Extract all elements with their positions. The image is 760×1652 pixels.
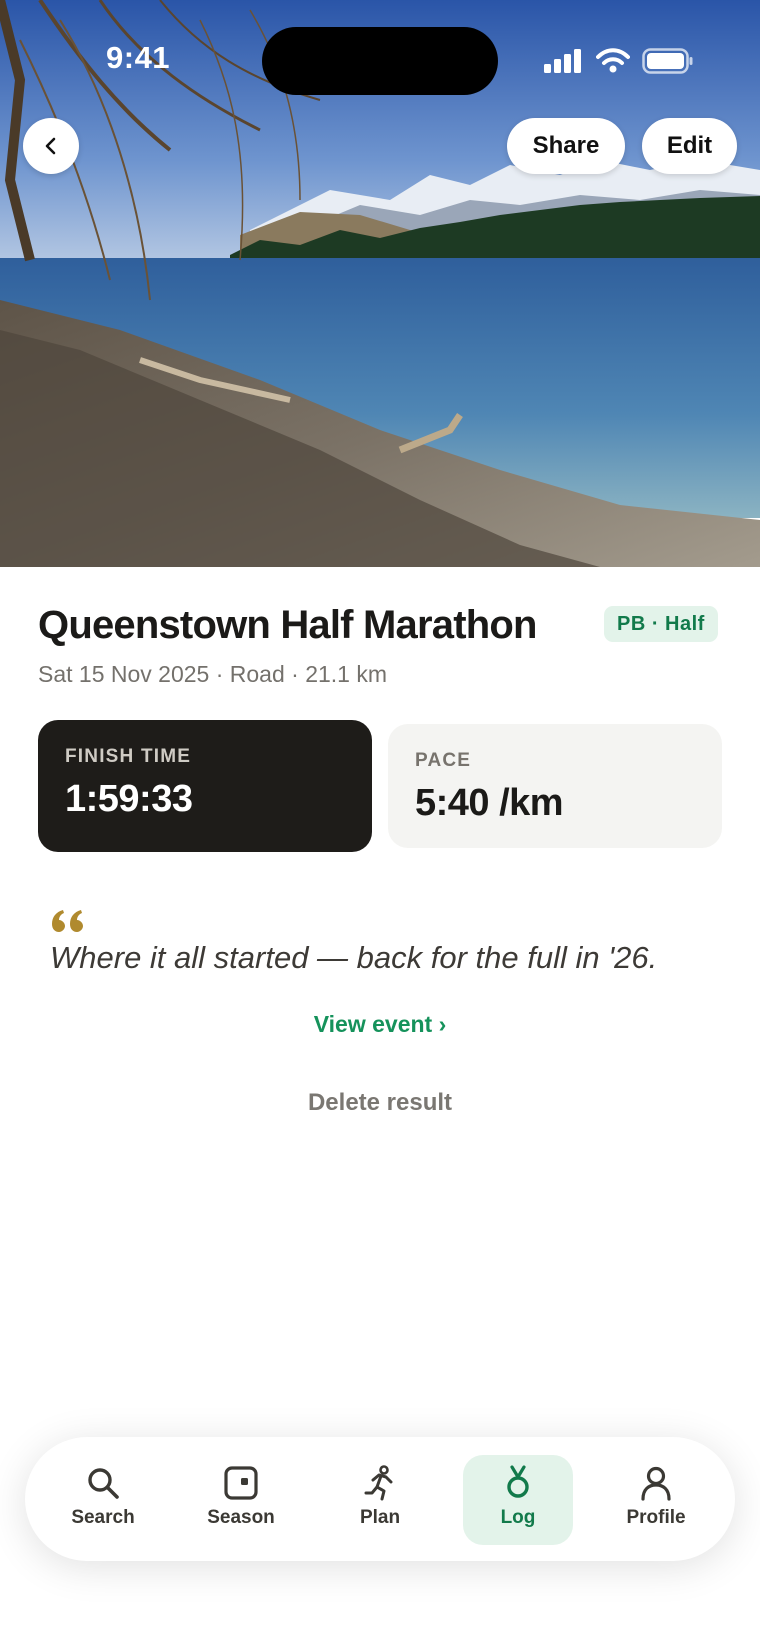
result-note: Where it all started — back for the full… bbox=[50, 940, 658, 975]
tab-bar: Search Season Plan Log Profile bbox=[25, 1437, 735, 1561]
tab-season[interactable]: Season bbox=[186, 1455, 296, 1545]
search-icon bbox=[88, 1468, 119, 1499]
medal-icon bbox=[507, 1465, 529, 1498]
tab-season-label: Season bbox=[207, 1507, 275, 1528]
back-button[interactable] bbox=[23, 118, 79, 174]
status-time: 9:41 bbox=[106, 40, 171, 75]
tab-profile[interactable]: Profile bbox=[601, 1455, 711, 1545]
wifi-icon bbox=[596, 48, 630, 73]
tab-profile-label: Profile bbox=[626, 1507, 686, 1528]
tab-search[interactable]: Search bbox=[48, 1455, 158, 1545]
tab-plan[interactable]: Plan bbox=[325, 1455, 435, 1545]
race-details: Sat 15 Nov 2025 · Road · 21.1 km bbox=[38, 661, 388, 687]
pace-value: 5:40 /km bbox=[415, 782, 564, 824]
pace-label: PACE bbox=[415, 750, 472, 771]
finish-time-value: 1:59:33 bbox=[65, 778, 193, 820]
pace-card: PACE 5:40 /km bbox=[388, 724, 722, 848]
battery-icon bbox=[642, 48, 693, 74]
finish-time-label: FINISH TIME bbox=[65, 746, 192, 767]
runner-icon bbox=[364, 1465, 393, 1501]
quote-icon bbox=[52, 910, 83, 932]
season-icon bbox=[224, 1466, 258, 1500]
profile-icon bbox=[641, 1466, 671, 1501]
hero-photo: 9:41 Share Edit bbox=[0, 0, 760, 567]
edit-button[interactable]: Edit bbox=[642, 118, 737, 174]
tab-plan-label: Plan bbox=[359, 1507, 401, 1528]
finish-time-card: FINISH TIME 1:59:33 bbox=[38, 720, 372, 852]
tab-log[interactable]: Log bbox=[463, 1455, 573, 1545]
share-button[interactable]: Share bbox=[507, 118, 625, 174]
pb-badge: PB · Half bbox=[604, 606, 718, 642]
tab-search-label: Search bbox=[71, 1507, 135, 1528]
view-event-link[interactable]: View event › bbox=[0, 1011, 760, 1038]
race-title: Queenstown Half Marathon bbox=[38, 603, 537, 647]
delete-result-button[interactable]: Delete result bbox=[0, 1089, 760, 1117]
tab-log-label: Log bbox=[500, 1507, 536, 1528]
chevron-left-icon bbox=[45, 137, 56, 155]
dynamic-island bbox=[262, 27, 498, 95]
cellular-signal-icon bbox=[544, 49, 581, 73]
status-icons bbox=[544, 48, 694, 74]
